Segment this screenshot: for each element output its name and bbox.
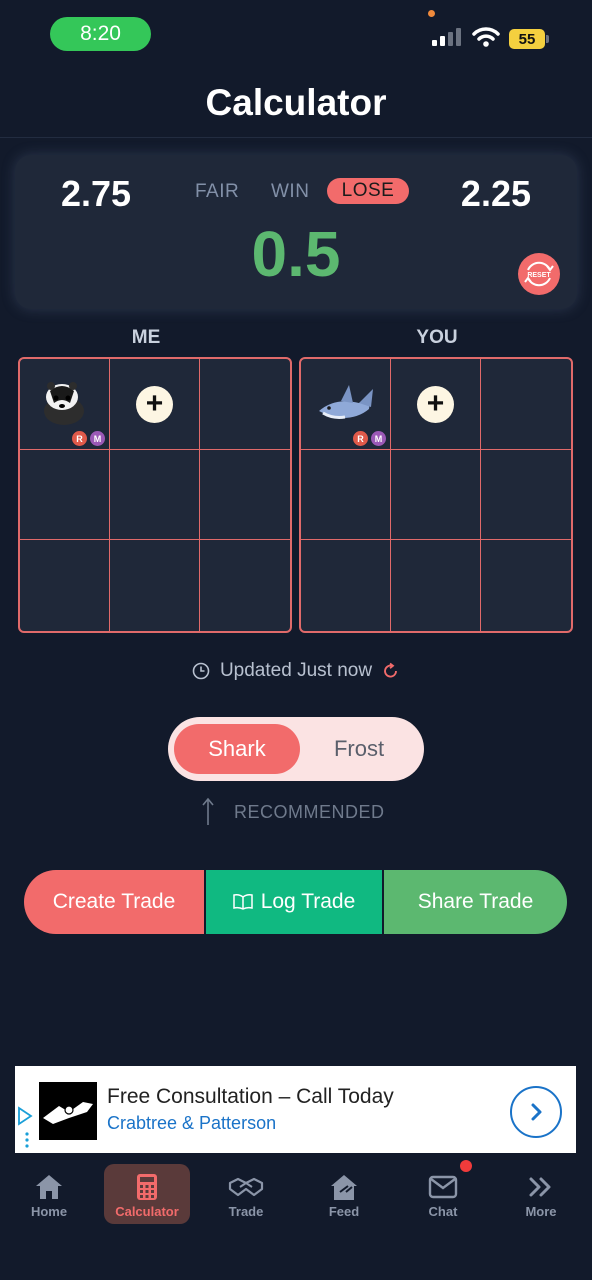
you-slot-7[interactable] [301, 540, 391, 631]
updated-status: Updated Just now [0, 660, 592, 682]
rideable-badge: R [72, 431, 87, 446]
ad-banner[interactable]: Free Consultation – Call Today Crabtree … [15, 1066, 576, 1153]
tab-label: Chat [428, 1204, 458, 1219]
fair-label: FAIR [195, 181, 240, 202]
action-buttons: Create Trade Log Trade Share Trade [24, 870, 567, 934]
badger-pet-icon [44, 382, 84, 425]
recommended-text: RECOMMENDED [234, 801, 385, 822]
tab-label: Calculator [115, 1204, 179, 1219]
you-add-slot[interactable]: + [391, 359, 481, 450]
refresh-icon[interactable] [382, 662, 400, 680]
double-chevron-icon [529, 1177, 551, 1197]
me-slot-9[interactable] [200, 540, 290, 631]
rideable-badge: R [353, 431, 368, 446]
result-card: 2.75 FAIR WIN LOSE 2.25 0.5 RESET [15, 155, 577, 309]
page-title: Calculator [205, 82, 387, 123]
tab-chat[interactable]: Chat [400, 1164, 486, 1224]
tab-trade[interactable]: Trade [203, 1164, 289, 1224]
tab-more[interactable]: More [498, 1164, 584, 1224]
you-slot-3[interactable] [481, 359, 571, 450]
you-slot-9[interactable] [481, 540, 571, 631]
you-slot-6[interactable] [481, 450, 571, 541]
tab-label: Feed [328, 1204, 360, 1219]
updated-text: Updated Just now [219, 660, 373, 681]
me-add-slot[interactable]: + [110, 359, 200, 450]
me-slot-3[interactable] [200, 359, 290, 450]
recommended-hint: RECOMMENDED [200, 797, 385, 827]
log-trade-label: Log Trade [260, 890, 356, 913]
you-slot-8[interactable] [391, 540, 481, 631]
share-trade-button[interactable]: Share Trade [384, 870, 567, 934]
tab-label: More [525, 1204, 557, 1219]
clock-icon [192, 662, 210, 680]
me-slot-5[interactable] [110, 449, 200, 541]
mega-badge: M [90, 431, 105, 446]
reset-icon: RESET [524, 261, 554, 287]
tab-label: Home [30, 1204, 68, 1219]
ad-open-button[interactable] [510, 1086, 562, 1138]
tab-label: Trade [228, 1204, 264, 1219]
me-label: ME [131, 327, 161, 348]
win-label: WIN [271, 181, 310, 202]
status-bar: 8:20 55 [0, 0, 592, 70]
bottom-tab-bar: Home Calculator Trade Feed Chat More [0, 1158, 592, 1280]
create-trade-button[interactable]: Create Trade [24, 870, 204, 934]
shark-pet-icon [319, 385, 373, 419]
advertiser-logo [39, 1082, 97, 1140]
add-icon[interactable]: + [136, 386, 173, 423]
you-slot-4[interactable] [301, 449, 391, 541]
chevron-right-icon [531, 1103, 542, 1121]
chat-notification-dot [460, 1160, 472, 1172]
variant-toggle: Shark Frost [168, 717, 424, 781]
me-grid: R M + [18, 357, 292, 633]
wifi-icon [472, 27, 500, 47]
battery-icon: 55 [509, 29, 545, 49]
me-slot-6[interactable] [200, 450, 290, 541]
add-icon[interactable]: + [417, 386, 454, 423]
me-total-value: 2.75 [61, 173, 132, 214]
reset-label: RESET [527, 272, 551, 279]
you-label: YOU [416, 327, 458, 348]
me-slot-4[interactable] [20, 449, 110, 541]
me-slot-1[interactable]: R M [20, 359, 110, 450]
up-arrow-icon [202, 797, 214, 825]
ad-choices-icon[interactable] [17, 1106, 33, 1150]
ad-title[interactable]: Free Consultation – Call Today [107, 1085, 394, 1109]
me-slot-8[interactable] [110, 540, 200, 631]
lose-badge: LOSE [327, 178, 409, 204]
tab-home[interactable]: Home [6, 1164, 92, 1224]
you-grid: R M + [299, 357, 573, 633]
you-total-value: 2.25 [460, 173, 531, 214]
log-trade-button[interactable]: Log Trade [204, 870, 384, 934]
difference-value: 0.5 [251, 218, 341, 290]
status-time: 8:20 [50, 17, 151, 51]
mail-icon [428, 1175, 458, 1199]
me-slot-7[interactable] [20, 540, 110, 631]
toggle-option-frost[interactable]: Frost [300, 724, 418, 774]
home-icon [36, 1175, 62, 1199]
feed-house-icon [331, 1175, 357, 1200]
privacy-indicator [428, 10, 435, 17]
you-slot-5[interactable] [391, 449, 481, 541]
ad-advertiser[interactable]: Crabtree & Patterson [107, 1113, 276, 1134]
divider [0, 137, 592, 138]
tab-feed[interactable]: Feed [301, 1164, 387, 1224]
reset-button[interactable]: RESET [518, 253, 560, 295]
mega-badge: M [371, 431, 386, 446]
tab-calculator[interactable]: Calculator [104, 1164, 190, 1224]
toggle-option-shark[interactable]: Shark [174, 724, 300, 774]
book-icon [232, 894, 253, 910]
you-slot-1[interactable]: R M [301, 359, 391, 450]
battery-nub [546, 35, 549, 43]
signal-icon [432, 28, 461, 46]
handshake-icon [228, 1177, 264, 1197]
calculator-icon [137, 1174, 157, 1200]
